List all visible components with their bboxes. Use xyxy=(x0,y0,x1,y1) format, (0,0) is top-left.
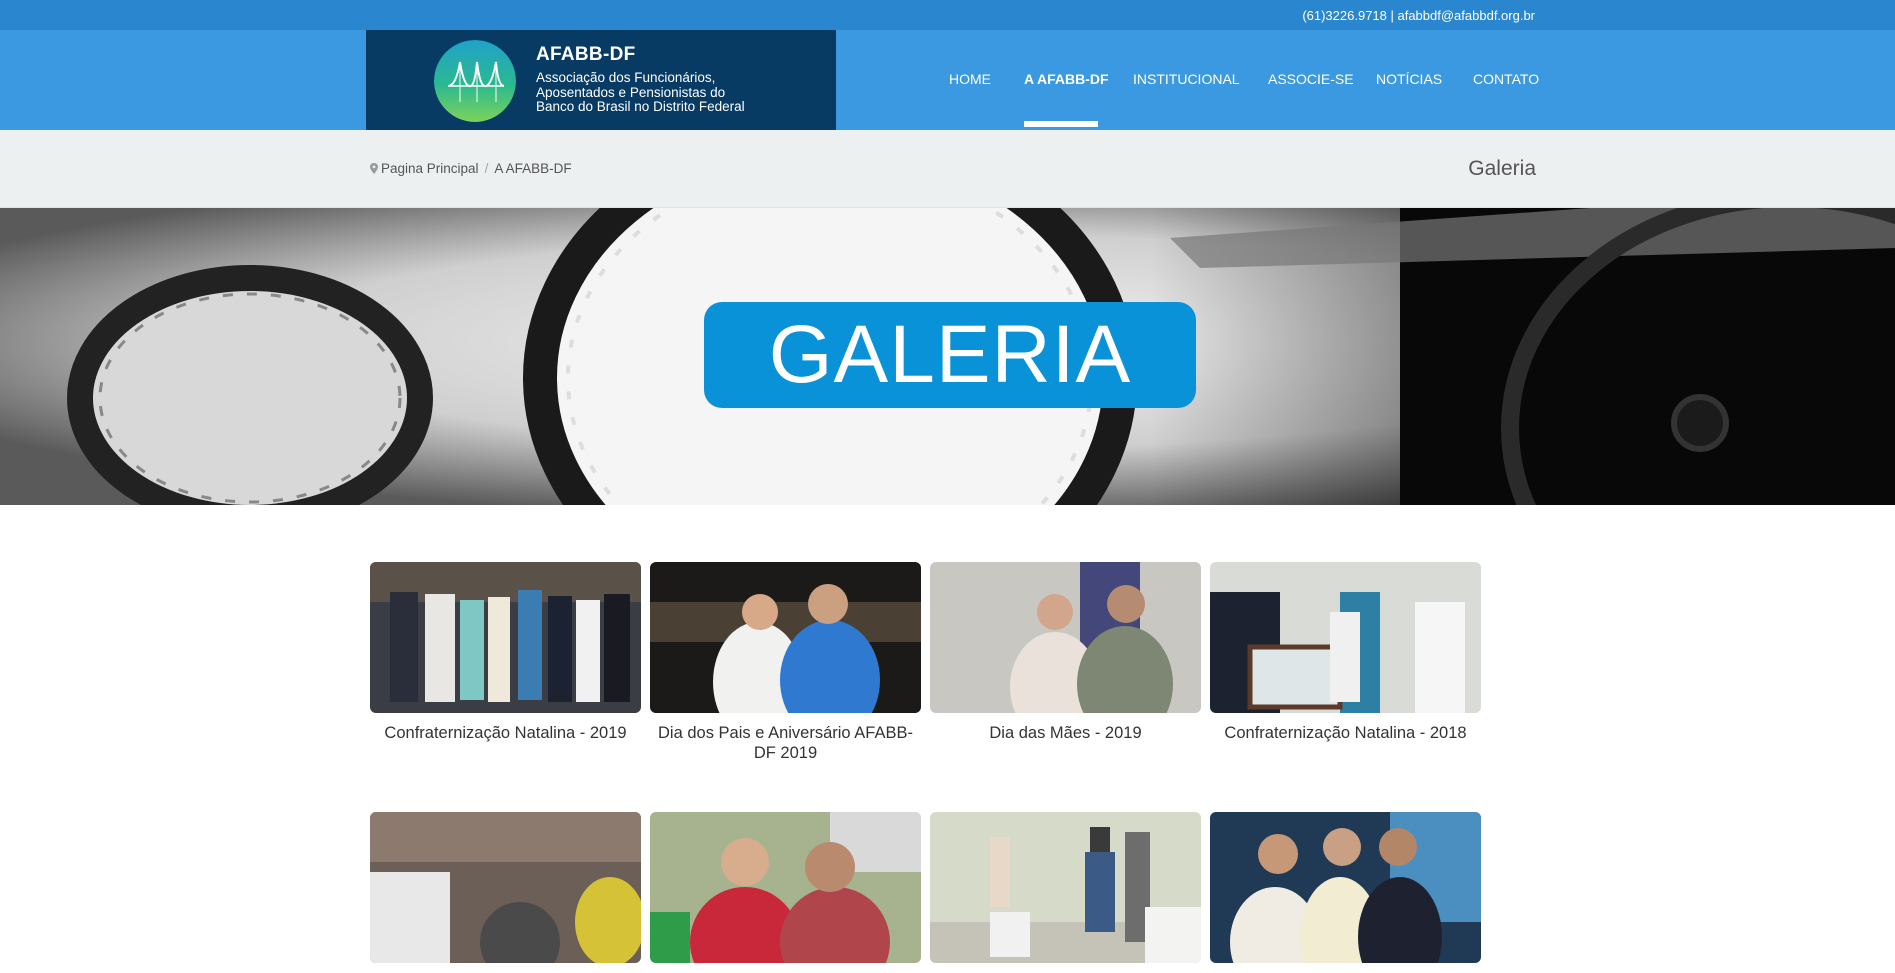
nav-home[interactable]: HOME xyxy=(949,71,991,87)
logo[interactable]: AFABB-DF Associação dos Funcionários, Ap… xyxy=(366,30,836,130)
gallery-item[interactable] xyxy=(1210,812,1481,973)
active-nav-indicator xyxy=(1024,121,1098,127)
gallery-caption[interactable]: Confraternização Natalina - 2018 xyxy=(1210,723,1481,743)
gallery-thumbnail[interactable] xyxy=(930,562,1201,713)
banner-title-box: GALERIA xyxy=(704,302,1196,408)
nav-noticias[interactable]: NOTÍCIAS xyxy=(1376,71,1442,87)
gallery-thumbnail[interactable] xyxy=(930,812,1201,963)
nav-associe-se[interactable]: ASSOCIE-SE xyxy=(1268,71,1354,87)
banner-title: GALERIA xyxy=(768,309,1132,400)
site-header: AFABB-DF Associação dos Funcionários, Ap… xyxy=(0,30,1895,130)
nav-afabb-df[interactable]: A AFABB-DF xyxy=(1024,71,1109,87)
nav-institucional[interactable]: INSTITUCIONAL xyxy=(1133,71,1240,87)
page-title: Galeria xyxy=(1468,157,1536,180)
logo-description: Associação dos Funcionários, Aposentados… xyxy=(536,70,745,114)
gallery-item[interactable] xyxy=(650,812,921,973)
gallery-thumbnail[interactable] xyxy=(1210,812,1481,963)
gallery-caption[interactable]: Confraternização Natalina - 2019 xyxy=(370,723,641,743)
gallery-item[interactable]: Confraternização Natalina - 2018 xyxy=(1210,562,1481,743)
gallery-thumbnail[interactable] xyxy=(650,562,921,713)
logo-name: AFABB-DF xyxy=(536,44,636,65)
breadcrumb: Pagina Principal / A AFABB-DF xyxy=(370,161,572,176)
breadcrumb-separator: / xyxy=(484,161,489,176)
breadcrumb-current: A AFABB-DF xyxy=(494,161,572,176)
gallery-item[interactable]: Confraternização Natalina - 2019 xyxy=(370,562,641,743)
top-bar: (61)3226.9718 | afabbdf@afabbdf.org.br xyxy=(0,0,1895,30)
gallery-caption[interactable]: Dia dos Pais e Aniversário AFABB-DF 2019 xyxy=(650,723,921,763)
breadcrumb-home[interactable]: Pagina Principal xyxy=(381,161,479,176)
map-pin-icon xyxy=(370,163,378,174)
gallery-thumbnail[interactable] xyxy=(1210,562,1481,713)
gallery-thumbnail[interactable] xyxy=(370,562,641,713)
hero-banner: GALERIA xyxy=(0,208,1895,505)
gallery-item[interactable]: Dia dos Pais e Aniversário AFABB-DF 2019 xyxy=(650,562,921,763)
logo-emblem-icon xyxy=(434,40,516,122)
gallery-item[interactable] xyxy=(930,812,1201,973)
nav-contato[interactable]: CONTATO xyxy=(1473,71,1539,87)
gallery-thumbnail[interactable] xyxy=(370,812,641,963)
contact-info: (61)3226.9718 | afabbdf@afabbdf.org.br xyxy=(1302,8,1535,23)
gallery-caption[interactable]: Dia das Mães - 2019 xyxy=(930,723,1201,743)
gallery-item[interactable] xyxy=(370,812,641,973)
breadcrumb-bar: Pagina Principal / A AFABB-DF Galeria xyxy=(0,130,1895,208)
gallery-thumbnail[interactable] xyxy=(650,812,921,963)
gallery-item[interactable]: Dia das Mães - 2019 xyxy=(930,562,1201,743)
